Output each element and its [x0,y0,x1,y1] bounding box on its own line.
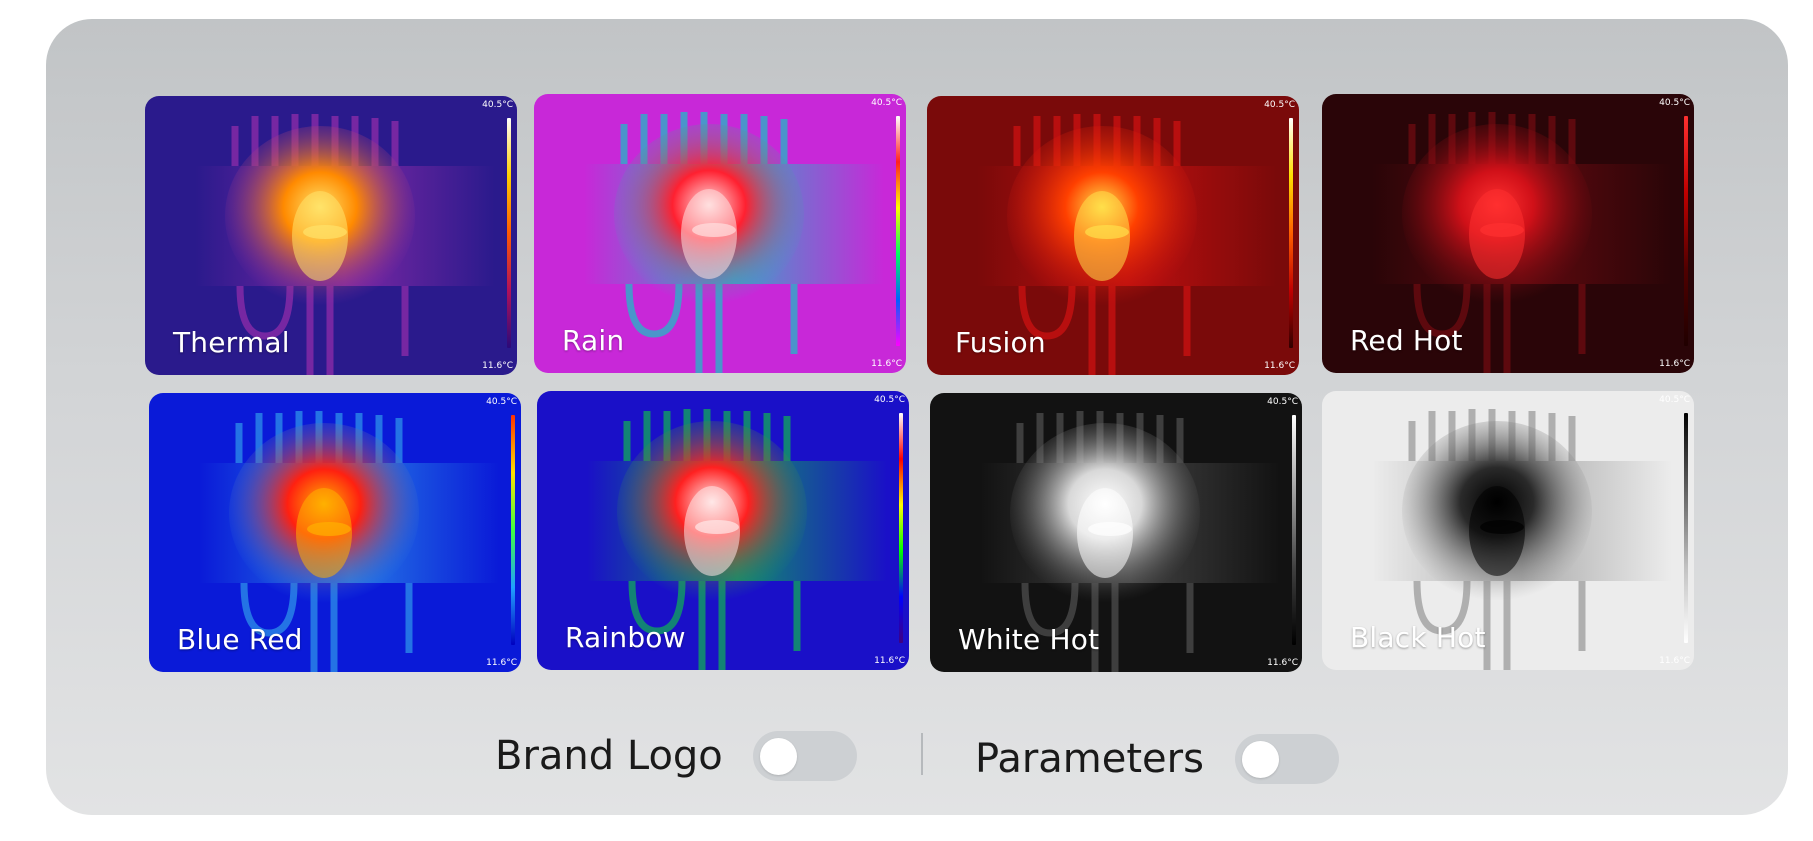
temperature-min-label: 11.6°C [482,361,513,371]
parameters-switch-knob [1242,741,1279,778]
temperature-min-label: 11.6°C [1264,361,1295,371]
temperature-max-label: 40.5°C [874,395,905,405]
temperature-min-label: 11.6°C [1659,656,1690,666]
palette-name-label: White Hot [958,623,1100,656]
temperature-scale-bar [1289,118,1293,348]
temperature-max-label: 40.5°C [482,100,513,110]
brand-logo-label: Brand Logo [495,733,723,779]
temperature-min-label: 11.6°C [874,656,905,666]
brand-logo-switch-knob [760,738,797,775]
palette-name-label: Red Hot [1350,324,1463,357]
temperature-max-label: 40.5°C [1264,100,1295,110]
palette-tile-white-hot[interactable]: 40.5°C 11.6°C White Hot [930,393,1302,672]
palette-tile-red-hot[interactable]: 40.5°C 11.6°C Red Hot [1322,94,1694,373]
palette-name-label: Rainbow [565,621,686,654]
temperature-max-label: 40.5°C [1267,397,1298,407]
palette-name-label: Blue Red [177,623,303,656]
toggle-divider [921,733,923,775]
palette-tile-thermal[interactable]: 40.5°C 11.6°C Thermal [145,96,517,375]
temperature-scale-bar [1684,413,1688,643]
palette-tile-rain[interactable]: 40.5°C 11.6°C Rain [534,94,906,373]
temperature-min-label: 11.6°C [486,658,517,668]
palette-tile-blue-red[interactable]: 40.5°C 11.6°C Blue Red [149,393,521,672]
temperature-scale-bar [511,415,515,645]
temperature-max-label: 40.5°C [871,98,902,108]
temperature-scale-bar [1292,415,1296,645]
palette-name-label: Thermal [173,326,290,359]
temperature-max-label: 40.5°C [486,397,517,407]
parameters-switch[interactable] [1235,734,1339,784]
temperature-scale-bar [896,116,900,346]
temperature-scale-bar [507,118,511,348]
parameters-label: Parameters [975,736,1204,782]
temperature-min-label: 11.6°C [1267,658,1298,668]
palette-name-label: Rain [562,324,625,357]
palette-tile-black-hot[interactable]: 40.5°C 11.6°C Black Hot [1322,391,1694,670]
brand-logo-switch[interactable] [753,731,857,781]
temperature-max-label: 40.5°C [1659,98,1690,108]
toggle-row: Brand Logo Parameters [0,731,1813,793]
palette-panel: 40.5°C 11.6°C Thermal 40.5°C 11.6°C Rain 40.5°… [46,19,1788,815]
palette-name-label: Black Hot [1350,621,1486,654]
temperature-min-label: 11.6°C [871,359,902,369]
temperature-scale-bar [1684,116,1688,346]
palette-tile-rainbow[interactable]: 40.5°C 11.6°C Rainbow [537,391,909,670]
temperature-max-label: 40.5°C [1659,395,1690,405]
temperature-scale-bar [899,413,903,643]
temperature-min-label: 11.6°C [1659,359,1690,369]
palette-tile-fusion[interactable]: 40.5°C 11.6°C Fusion [927,96,1299,375]
palette-name-label: Fusion [955,326,1046,359]
